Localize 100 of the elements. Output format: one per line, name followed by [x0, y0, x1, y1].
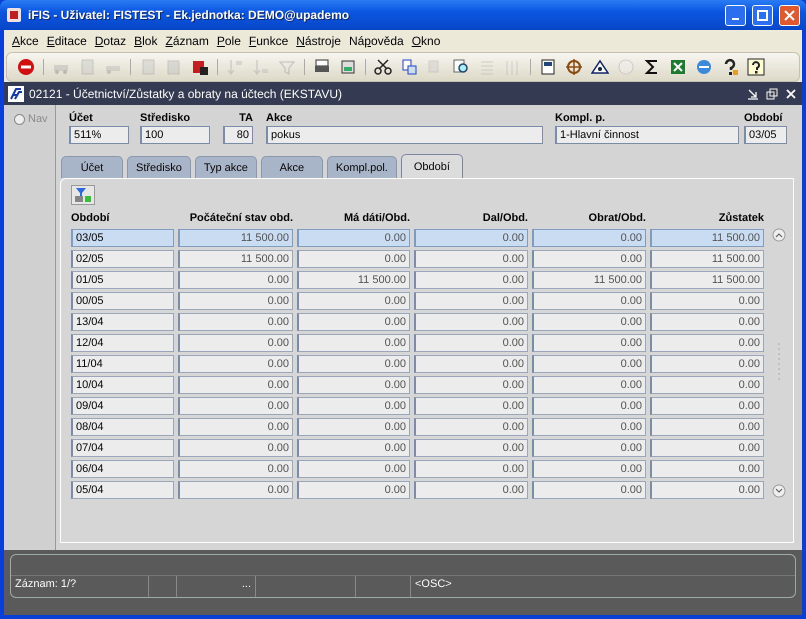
table-cell[interactable]: 0.00	[650, 334, 764, 352]
table-cell[interactable]: 0.00	[532, 229, 646, 247]
menu-item[interactable]: Záznam	[161, 34, 213, 48]
table-cell[interactable]: 0.00	[297, 313, 410, 331]
table-cell[interactable]: 0.00	[532, 376, 646, 394]
table-cell[interactable]: 0.00	[532, 334, 646, 352]
input-field[interactable]: 100	[140, 126, 210, 144]
table-cell[interactable]: 0.00	[297, 418, 410, 436]
menu-item[interactable]: Funkce	[244, 34, 292, 48]
close-button[interactable]	[779, 4, 800, 26]
table-cell[interactable]: 0.00	[297, 439, 410, 457]
table-cell[interactable]: 0.00	[297, 229, 410, 247]
table-cell[interactable]: 11 500.00	[650, 250, 764, 268]
table-cell[interactable]: 0.00	[414, 313, 528, 331]
table-cell[interactable]: 0.00	[650, 397, 764, 415]
table-cell[interactable]: 0.00	[414, 439, 528, 457]
scroll-up-button[interactable]	[772, 228, 786, 242]
table-cell[interactable]: 11 500.00	[178, 250, 293, 268]
table-cell[interactable]: 07/04	[71, 439, 174, 457]
menu-item[interactable]: Nástroje	[292, 34, 345, 48]
table-cell[interactable]: 0.00	[178, 313, 293, 331]
table-cell[interactable]: 11 500.00	[532, 271, 646, 289]
table-cell[interactable]: 01/05	[71, 271, 174, 289]
input-field[interactable]: 80	[223, 126, 253, 144]
table-cell[interactable]: 0.00	[532, 418, 646, 436]
exit-icon[interactable]	[15, 56, 37, 78]
close-button[interactable]	[784, 86, 798, 100]
table-cell[interactable]: 0.00	[650, 481, 764, 499]
table-cell[interactable]: 00/05	[71, 292, 174, 310]
scrollbar-grip[interactable]	[777, 343, 781, 383]
table-cell[interactable]: 0.00	[297, 355, 410, 373]
table-cell[interactable]: 0.00	[297, 250, 410, 268]
table-cell[interactable]: 13/04	[71, 313, 174, 331]
table-cell[interactable]: 0.00	[178, 334, 293, 352]
table-cell[interactable]: 0.00	[532, 397, 646, 415]
table-cell[interactable]: 12/04	[71, 334, 174, 352]
table-cell[interactable]: 0.00	[297, 334, 410, 352]
table-cell[interactable]: 0.00	[297, 376, 410, 394]
table-cell[interactable]: 0.00	[178, 355, 293, 373]
table-cell[interactable]: 0.00	[532, 460, 646, 478]
input-field[interactable]: 03/05	[744, 126, 787, 144]
table-cell[interactable]: 0.00	[414, 250, 528, 268]
table-cell[interactable]: 06/04	[71, 460, 174, 478]
table-cell[interactable]: 0.00	[178, 397, 293, 415]
table-cell[interactable]: 0.00	[414, 271, 528, 289]
menu-item[interactable]: Nápověda	[344, 34, 408, 48]
menu-item[interactable]: Pole	[212, 34, 245, 48]
table-cell[interactable]: 0.00	[178, 376, 293, 394]
table-cell[interactable]: 0.00	[297, 397, 410, 415]
table-cell[interactable]: 05/04	[71, 481, 174, 499]
menu-item[interactable]: Editace	[42, 34, 91, 48]
tab[interactable]: Akce	[260, 156, 323, 178]
tab[interactable]: Kompl.pol.	[326, 156, 397, 178]
table-cell[interactable]: 0.00	[414, 334, 528, 352]
table-cell[interactable]: 0.00	[414, 397, 528, 415]
table-cell[interactable]: 0.00	[414, 292, 528, 310]
table-cell[interactable]: 0.00	[650, 460, 764, 478]
table-cell[interactable]: 0.00	[532, 481, 646, 499]
table-cell[interactable]: 0.00	[414, 355, 528, 373]
input-field[interactable]: 511%	[69, 126, 129, 144]
table-cell[interactable]: 0.00	[297, 460, 410, 478]
table-cell[interactable]: 0.00	[178, 439, 293, 457]
table-cell[interactable]: 0.00	[414, 460, 528, 478]
table-cell[interactable]: 11/04	[71, 355, 174, 373]
menu-item[interactable]: Blok	[130, 34, 162, 48]
table-cell[interactable]: 0.00	[414, 418, 528, 436]
table-cell[interactable]: 08/04	[71, 418, 174, 436]
tab[interactable]: Typ akce	[194, 156, 257, 178]
tab[interactable]: Účet	[61, 156, 123, 178]
table-cell[interactable]: 10/04	[71, 376, 174, 394]
input-field[interactable]: pokus	[266, 126, 543, 144]
table-cell[interactable]: 02/05	[71, 250, 174, 268]
table-cell[interactable]: 11 500.00	[650, 271, 764, 289]
tab[interactable]: Středisko	[127, 156, 191, 178]
table-cell[interactable]: 0.00	[532, 292, 646, 310]
scroll-down-button[interactable]	[772, 484, 786, 498]
input-field[interactable]: 1-Hlavní činnost	[555, 126, 739, 144]
table-cell[interactable]: 0.00	[178, 460, 293, 478]
table-cell[interactable]: 0.00	[650, 292, 764, 310]
table-cell[interactable]: 0.00	[532, 250, 646, 268]
table-cell[interactable]: 0.00	[414, 229, 528, 247]
table-cell[interactable]: 0.00	[650, 439, 764, 457]
tab[interactable]: Období	[400, 154, 463, 178]
table-cell[interactable]: 0.00	[532, 313, 646, 331]
minimize-button[interactable]	[725, 4, 746, 26]
table-cell[interactable]: 0.00	[650, 313, 764, 331]
table-cell[interactable]: 0.00	[650, 376, 764, 394]
table-cell[interactable]: 0.00	[650, 355, 764, 373]
table-cell[interactable]: 0.00	[178, 292, 293, 310]
table-cell[interactable]: 0.00	[297, 292, 410, 310]
menu-item[interactable]: Okno	[408, 34, 444, 48]
table-cell[interactable]: 09/04	[71, 397, 174, 415]
table-cell[interactable]: 0.00	[650, 418, 764, 436]
table-cell[interactable]: 0.00	[178, 271, 293, 289]
minimize-button[interactable]	[746, 86, 760, 100]
table-cell[interactable]: 0.00	[532, 439, 646, 457]
menu-item[interactable]: Akce	[8, 34, 43, 48]
table-cell[interactable]: 0.00	[532, 355, 646, 373]
table-cell[interactable]: 11 500.00	[650, 229, 764, 247]
table-cell[interactable]: 0.00	[414, 481, 528, 499]
